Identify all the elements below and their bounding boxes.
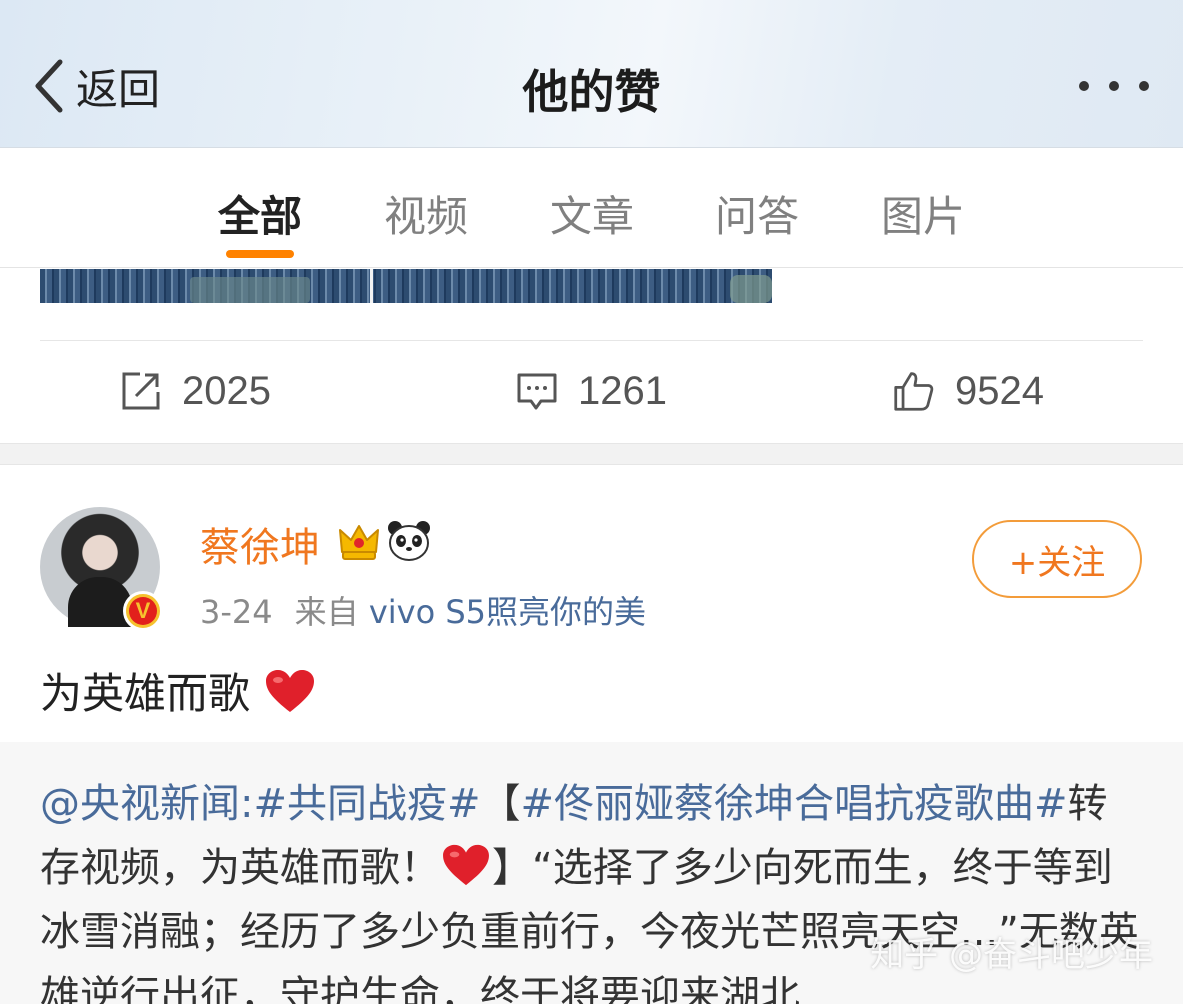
comment-count: 1261: [578, 368, 667, 413]
retweeted-post[interactable]: @央视新闻:#共同战疫#【#佟丽娅蔡徐坤合唱抗疫歌曲#转存视频，为英雄而歌！ 】“…: [0, 742, 1183, 1004]
like-count: 9524: [955, 368, 1044, 413]
top-nav-bar: 返回 他的赞: [0, 0, 1183, 148]
repost-icon: [122, 372, 160, 410]
more-dots-icon: [1109, 81, 1119, 91]
repost-button[interactable]: 2025: [120, 362, 271, 420]
filter-tabs: 全部 视频 文章 问答 图片: [0, 149, 1183, 268]
post-time: 3-24: [200, 593, 273, 631]
divider: [40, 340, 1143, 341]
comment-icon: [517, 373, 557, 410]
feed-separator: [0, 443, 1183, 465]
repost-count: 2025: [182, 368, 271, 413]
image-divider: [370, 269, 373, 303]
like-button[interactable]: 9524: [893, 362, 1044, 420]
follow-button[interactable]: +关注: [972, 520, 1142, 598]
post-image-preview[interactable]: [40, 269, 772, 303]
comment-button[interactable]: 1261: [516, 362, 667, 420]
username[interactable]: 蔡徐坤: [200, 515, 320, 573]
verified-icon: V: [123, 591, 163, 631]
bracket-open: 【: [480, 781, 521, 827]
crown-icon: [339, 525, 379, 560]
image-detail: [190, 277, 310, 303]
tab-video[interactable]: 视频: [384, 183, 468, 244]
tab-qa[interactable]: 问答: [715, 183, 799, 244]
more-options-button[interactable]: [1079, 68, 1149, 104]
heart-icon: [266, 669, 315, 712]
like-icon: [894, 372, 934, 411]
image-detail: [730, 275, 772, 303]
mention-colon: :: [240, 781, 254, 827]
heart-icon: [443, 844, 489, 886]
tab-all[interactable]: 全部: [218, 183, 302, 244]
more-dots-icon: [1139, 81, 1149, 91]
active-tab-indicator: [226, 250, 294, 258]
retweeted-text: @央视新闻:#共同战疫#【#佟丽娅蔡徐坤合唱抗疫歌曲#转存视频，为英雄而歌！ 】“…: [40, 772, 1145, 1004]
hashtag-link[interactable]: #共同战疫#: [253, 781, 480, 827]
hashtag-link[interactable]: #佟丽娅蔡徐坤合唱抗疫歌曲#: [521, 781, 1068, 827]
post-text: 为英雄而歌: [40, 669, 251, 718]
post-content: 为英雄而歌: [40, 660, 316, 721]
back-chevron-icon: [35, 59, 63, 113]
back-label: 返回: [76, 64, 161, 114]
page-title: 他的赞: [522, 65, 661, 119]
post-source-link[interactable]: vivo S5照亮你的美: [369, 593, 646, 631]
back-button[interactable]: 返回: [32, 56, 160, 116]
source-prefix: 来自: [294, 593, 359, 631]
tab-article[interactable]: 文章: [550, 183, 634, 244]
mention-link[interactable]: @央视新闻: [40, 781, 240, 827]
post-meta: 3-24 来自 vivo S5照亮你的美: [200, 587, 646, 633]
avatar-figure: [68, 577, 132, 627]
panda-icon: [388, 521, 430, 561]
tab-image[interactable]: 图片: [881, 183, 965, 244]
more-dots-icon: [1079, 81, 1089, 91]
